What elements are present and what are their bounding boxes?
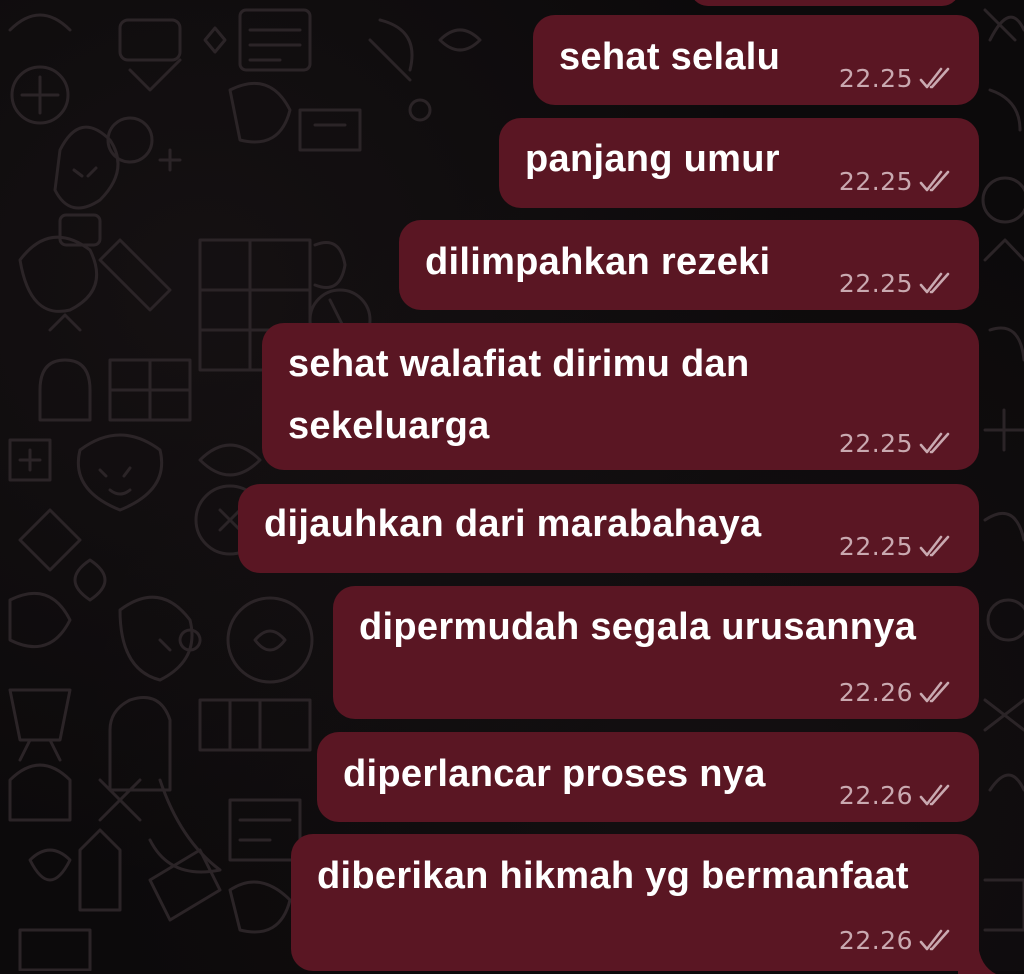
read-double-check-icon (919, 432, 950, 453)
message-time: 22.26 (838, 926, 913, 955)
message-time: 22.25 (838, 64, 913, 93)
message-bubble[interactable]: sehat walafiat dirimu dan sekeluarga 22.… (262, 323, 979, 470)
message-text: dijauhkan dari marabahaya (264, 503, 762, 545)
message-time: 22.25 (838, 269, 913, 298)
message-bubble[interactable]: dilimpahkan rezeki 22.25 (399, 220, 979, 310)
read-double-check-icon (919, 681, 950, 702)
message-bubble[interactable]: diperlancar proses nya 22.26 (317, 732, 979, 822)
message-bubble[interactable]: sehat selalu 22.25 (533, 15, 979, 105)
read-double-check-icon (919, 170, 950, 191)
message-time: 22.25 (838, 167, 913, 196)
message-time: 22.26 (838, 678, 913, 707)
message-meta: 22.26 (839, 926, 953, 955)
message-bubble[interactable]: dijauhkan dari marabahaya 22.25 (238, 484, 979, 573)
message-time: 22.26 (838, 781, 913, 810)
message-text: sehat walafiat dirimu dan sekeluarga (288, 343, 750, 447)
message-text: dipermudah segala urusannya (359, 606, 917, 648)
message-meta: 22.25 (839, 269, 953, 298)
message-bubble[interactable]: panjang umur 22.25 (499, 118, 979, 208)
message-time: 22.25 (838, 429, 913, 458)
message-bubble[interactable]: dipermudah segala urusannya 22.26 (333, 586, 979, 719)
read-double-check-icon (919, 67, 950, 88)
message-meta: 22.25 (839, 167, 953, 196)
message-text: diberikan hikmah yg bermanfaat (317, 855, 909, 897)
message-text: dilimpahkan rezeki (425, 241, 771, 283)
message-text: diperlancar proses nya (343, 753, 766, 795)
message-meta: 22.25 (839, 429, 953, 458)
message-meta: 22.25 (839, 532, 953, 561)
read-double-check-icon (919, 272, 950, 293)
message-text: sehat selalu (559, 36, 781, 78)
message-meta: 22.26 (839, 678, 953, 707)
message-time: 22.25 (838, 532, 913, 561)
message-meta: 22.26 (839, 781, 953, 810)
previous-bubble-edge (690, 0, 960, 6)
read-double-check-icon (919, 784, 950, 805)
read-double-check-icon (919, 535, 950, 556)
message-text: panjang umur (525, 138, 780, 180)
message-meta: 22.25 (839, 64, 953, 93)
bubble-tail (958, 944, 996, 974)
read-double-check-icon (919, 929, 950, 950)
message-bubble[interactable]: diberikan hikmah yg bermanfaat 22.26 (291, 834, 979, 971)
